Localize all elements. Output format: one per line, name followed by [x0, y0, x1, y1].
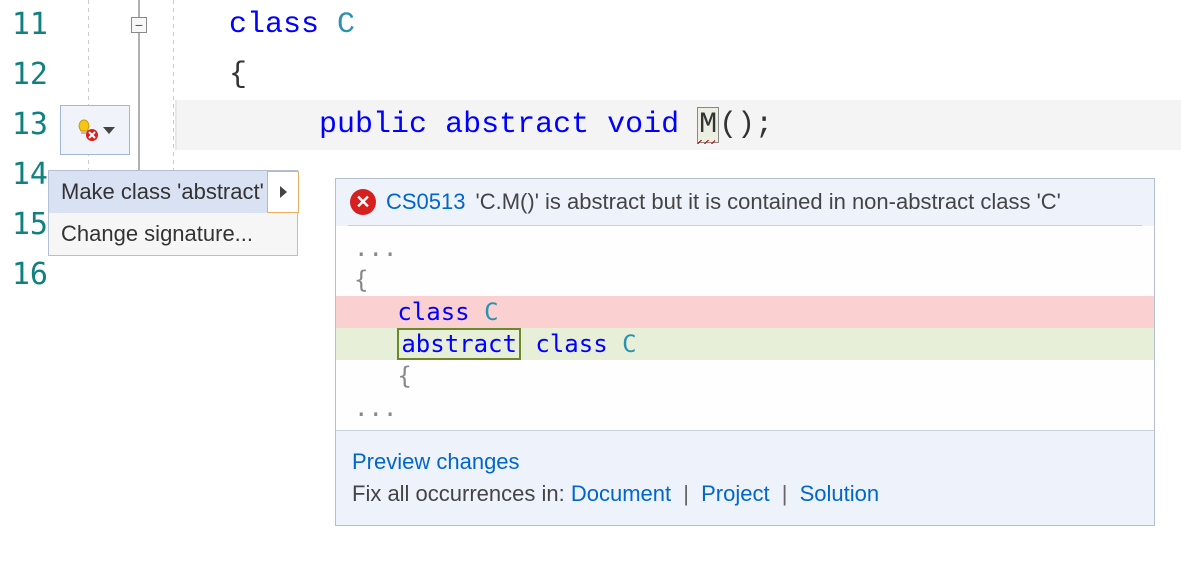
keyword-public: public: [319, 108, 427, 142]
line-number: 13: [0, 100, 60, 150]
line-number: 11: [0, 0, 60, 50]
error-icon: ✕: [350, 189, 376, 215]
separator: |: [683, 481, 689, 506]
fold-toggle-icon[interactable]: −: [131, 17, 147, 33]
fix-all-label: Fix all occurrences in:: [352, 481, 565, 506]
fix-scope-document[interactable]: Document: [571, 481, 671, 506]
error-message: 'C.M()' is abstract but it is contained …: [476, 189, 1061, 215]
line-number-gutter: 11 12 13 14 15 16: [0, 0, 60, 568]
keyword-void: void: [607, 108, 679, 142]
dropdown-arrow-icon: [103, 127, 115, 134]
diff-context: {: [336, 360, 1154, 392]
preview-changes-link[interactable]: Preview changes: [352, 449, 520, 474]
code-line[interactable]: class C: [175, 0, 1181, 50]
quickfix-make-abstract[interactable]: Make class 'abstract': [49, 171, 297, 213]
diff-removed-line: class C: [336, 296, 1154, 328]
fold-column: −: [60, 0, 175, 568]
inserted-token: abstract: [397, 328, 521, 360]
method-name: M: [697, 100, 719, 150]
line-number: 12: [0, 50, 60, 100]
indent-guide: [173, 0, 174, 175]
diff-added-line: abstract class C: [336, 328, 1154, 360]
keyword-abstract: abstract: [445, 108, 589, 142]
quick-action-button[interactable]: [60, 105, 130, 155]
quick-actions-menu: Make class 'abstract' Change signature..…: [48, 170, 298, 256]
diff-context: {: [336, 264, 1154, 296]
diff-context: ...: [336, 392, 1154, 424]
preview-header: ✕ CS0513 'C.M()' is abstract but it is c…: [336, 179, 1154, 225]
preview-panel: ✕ CS0513 'C.M()' is abstract but it is c…: [335, 178, 1155, 526]
diff-context: ...: [336, 232, 1154, 264]
brace: {: [229, 58, 247, 92]
error-code-link[interactable]: CS0513: [386, 189, 466, 215]
code-line[interactable]: {: [175, 50, 1181, 100]
lightbulb-error-icon: [75, 118, 99, 142]
type-name: C: [337, 8, 355, 42]
fix-scope-solution[interactable]: Solution: [800, 481, 880, 506]
current-line[interactable]: public abstract void M();: [175, 100, 1181, 150]
separator: |: [782, 481, 788, 506]
keyword-class: class: [229, 8, 319, 42]
quickfix-change-signature[interactable]: Change signature...: [49, 213, 297, 255]
submenu-arrow-icon[interactable]: [267, 171, 299, 213]
line-number: 16: [0, 250, 60, 300]
fix-scope-project[interactable]: Project: [701, 481, 769, 506]
quickfix-item-label: Make class 'abstract': [61, 179, 264, 204]
diff-preview: ... { class C abstract class C { ...: [336, 226, 1154, 430]
call-suffix: ();: [719, 108, 773, 142]
preview-footer: Preview changes Fix all occurrences in: …: [336, 430, 1154, 525]
error-squiggle-icon: [697, 140, 715, 144]
